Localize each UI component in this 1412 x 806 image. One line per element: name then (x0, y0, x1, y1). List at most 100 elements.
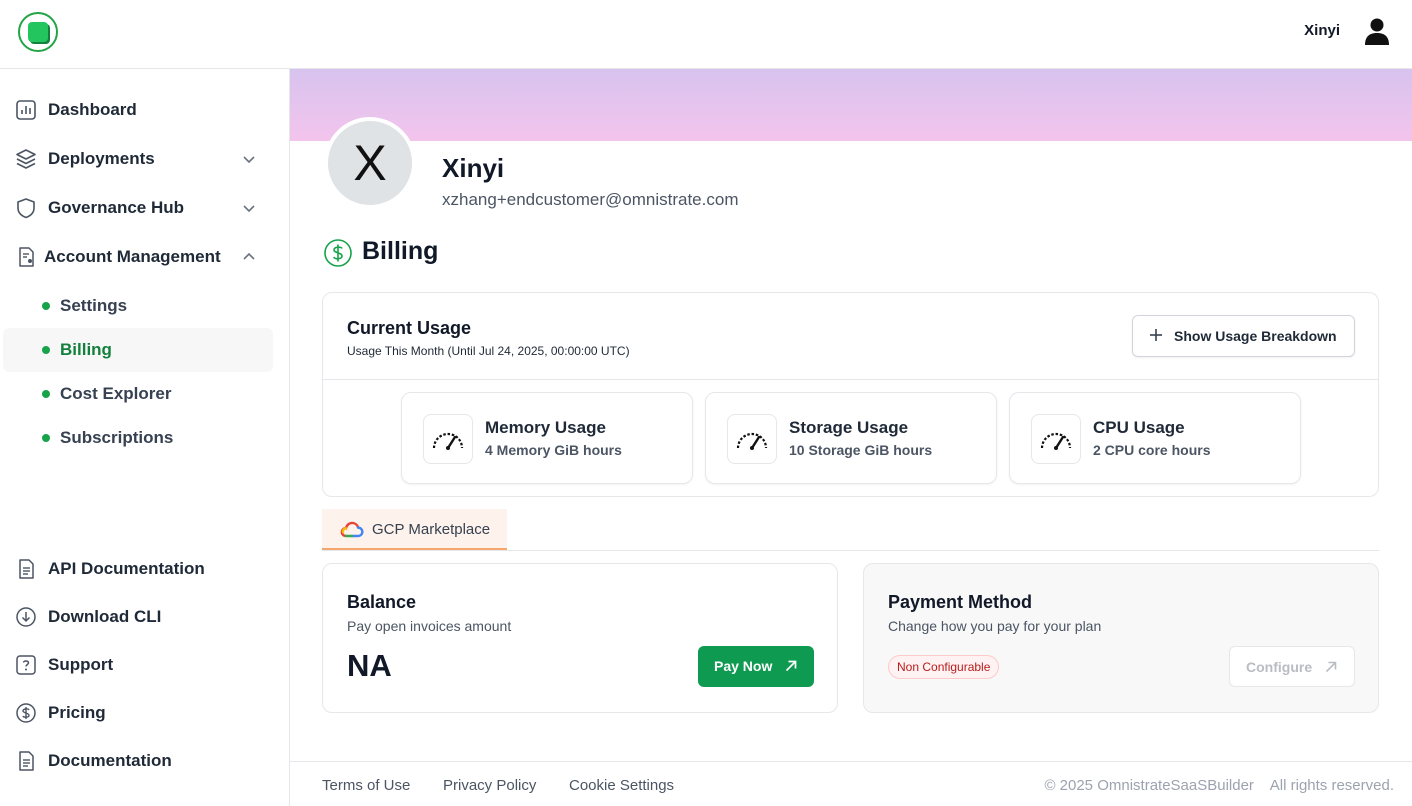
document-user-icon (19, 247, 34, 267)
payment-subtitle: Change how you pay for your plan (888, 618, 1102, 634)
pay-now-button[interactable]: Pay Now (698, 646, 814, 687)
metric-title: Storage Usage (789, 418, 909, 437)
arrow-up-right-icon (1325, 661, 1337, 673)
bullet-dot (42, 434, 50, 442)
chevron-down-icon[interactable] (240, 150, 258, 168)
status-badge: Non Configurable (888, 655, 1000, 679)
sidebar-item-download-cli[interactable]: Download CLI (0, 597, 290, 637)
payment-title: Payment Method (888, 592, 1033, 612)
sidebar-subitem-cost-explorer[interactable]: Cost Explorer (3, 372, 273, 416)
balance-value: NA (347, 648, 392, 683)
footer: Terms of Use Privacy Policy Cookie Setti… (290, 761, 1412, 806)
sidebar-item-api-documentation[interactable]: API Documentation (0, 549, 290, 589)
gauge-icon-box (727, 414, 777, 464)
balance-title: Balance (347, 592, 417, 612)
plus-icon (1150, 329, 1162, 341)
gauge-icon (432, 432, 464, 450)
top-bar: Xinyi (0, 0, 1412, 69)
show-usage-breakdown-button[interactable]: Show Usage Breakdown (1132, 315, 1355, 357)
document-icon (19, 559, 34, 579)
google-cloud-icon (340, 521, 364, 538)
sidebar-item-label: Download CLI (48, 607, 162, 626)
sidebar-item-support[interactable]: Support (0, 645, 290, 685)
sidebar-item-pricing[interactable]: Pricing (0, 693, 290, 733)
tab-label: GCP Marketplace (372, 521, 491, 538)
sidebar-subitem-label: Cost Explorer (60, 384, 172, 403)
profile-name: Xinyi (442, 153, 505, 183)
footer-link-privacy[interactable]: Privacy Policy (443, 777, 536, 794)
sidebar-subitem-settings[interactable]: Settings (3, 284, 273, 328)
metric-value: 2 CPU core hours (1093, 442, 1211, 458)
sidebar-subitem-label: Subscriptions (60, 428, 174, 447)
download-icon (16, 607, 36, 627)
memory-usage-metric: Memory Usage 4 Memory GiB hours (401, 392, 693, 484)
header-user-name[interactable]: Xinyi (1304, 22, 1340, 39)
usage-subtitle: Usage This Month (Until Jul 24, 2025, 00… (347, 344, 630, 358)
sidebar-subitem-label: Settings (60, 296, 128, 315)
sidebar-item-dashboard[interactable]: Dashboard (0, 90, 290, 130)
profile-email: xzhang+endcustomer@omnistrate.com (442, 190, 739, 209)
gauge-icon-box (1031, 414, 1081, 464)
tabs-divider (322, 550, 1379, 551)
usage-title: Current Usage (347, 318, 472, 338)
sidebar-item-label: Governance Hub (48, 198, 185, 217)
document-icon (19, 751, 34, 771)
arrow-up-right-icon (785, 660, 797, 672)
metric-value: 4 Memory GiB hours (485, 442, 622, 458)
sidebar-subitem-billing[interactable]: Billing (3, 328, 273, 372)
footer-link-terms[interactable]: Terms of Use (322, 777, 410, 794)
footer-link-cookies[interactable]: Cookie Settings (569, 777, 674, 794)
balance-card: Balance Pay open invoices amount NA Pay … (322, 563, 838, 713)
gauge-icon (736, 432, 768, 450)
help-icon (16, 655, 36, 675)
configure-button[interactable]: Configure (1229, 646, 1355, 687)
cpu-usage-metric: CPU Usage 2 CPU core hours (1009, 392, 1301, 484)
balance-subtitle: Pay open invoices amount (347, 618, 512, 634)
bullet-dot (42, 302, 50, 310)
bullet-dot (42, 346, 50, 354)
gauge-icon-box (423, 414, 473, 464)
sidebar-item-governance-hub[interactable]: Governance Hub (0, 188, 290, 228)
metric-value: 10 Storage GiB hours (789, 442, 933, 458)
layers-icon (16, 149, 36, 169)
omnistrate-logo-icon[interactable] (18, 12, 58, 52)
button-label: Show Usage Breakdown (1174, 328, 1337, 344)
dollar-icon (16, 703, 36, 723)
sidebar-item-label: Deployments (48, 149, 155, 168)
gauge-icon (1040, 432, 1072, 450)
page-title: Billing (362, 237, 439, 265)
dollar-circle-icon (324, 239, 352, 267)
tab-gcp-marketplace[interactable]: GCP Marketplace (322, 509, 507, 550)
sidebar-item-label: Pricing (48, 703, 106, 722)
profile-banner (290, 69, 1412, 141)
sidebar: Dashboard Deployments Governance Hub Acc… (0, 69, 290, 806)
user-avatar-icon[interactable] (1362, 16, 1392, 46)
bullet-dot (42, 390, 50, 398)
sidebar-item-label: Support (48, 655, 114, 674)
sidebar-subitem-label: Billing (60, 340, 112, 359)
metric-title: CPU Usage (1093, 418, 1185, 437)
main-content: X Xinyi xzhang+endcustomer@omnistrate.co… (290, 69, 1412, 761)
sidebar-item-deployments[interactable]: Deployments (0, 139, 290, 179)
chevron-down-icon[interactable] (240, 199, 258, 217)
sidebar-item-label: Account Management (44, 247, 221, 266)
chart-icon (16, 100, 36, 120)
button-label: Pay Now (714, 658, 773, 674)
sidebar-subitem-subscriptions[interactable]: Subscriptions (3, 416, 273, 460)
divider (323, 379, 1378, 380)
sidebar-item-documentation[interactable]: Documentation (0, 741, 290, 781)
sidebar-item-label: Documentation (48, 751, 172, 770)
sidebar-item-label: API Documentation (48, 559, 205, 578)
payment-method-card: Payment Method Change how you pay for yo… (863, 563, 1379, 713)
footer-copyright: © 2025 OmnistrateSaaSBuilder All rights … (1044, 777, 1394, 794)
current-usage-card: Current Usage Usage This Month (Until Ju… (322, 292, 1379, 497)
sidebar-item-label: Dashboard (48, 100, 137, 119)
storage-usage-metric: Storage Usage 10 Storage GiB hours (705, 392, 997, 484)
logo-mark (28, 22, 48, 42)
metric-title: Memory Usage (485, 418, 606, 437)
chevron-up-icon[interactable] (240, 248, 258, 266)
sidebar-item-account-management[interactable]: Account Management (0, 237, 290, 277)
profile-avatar: X (324, 117, 416, 209)
button-label: Configure (1246, 659, 1313, 675)
shield-icon (17, 198, 35, 219)
